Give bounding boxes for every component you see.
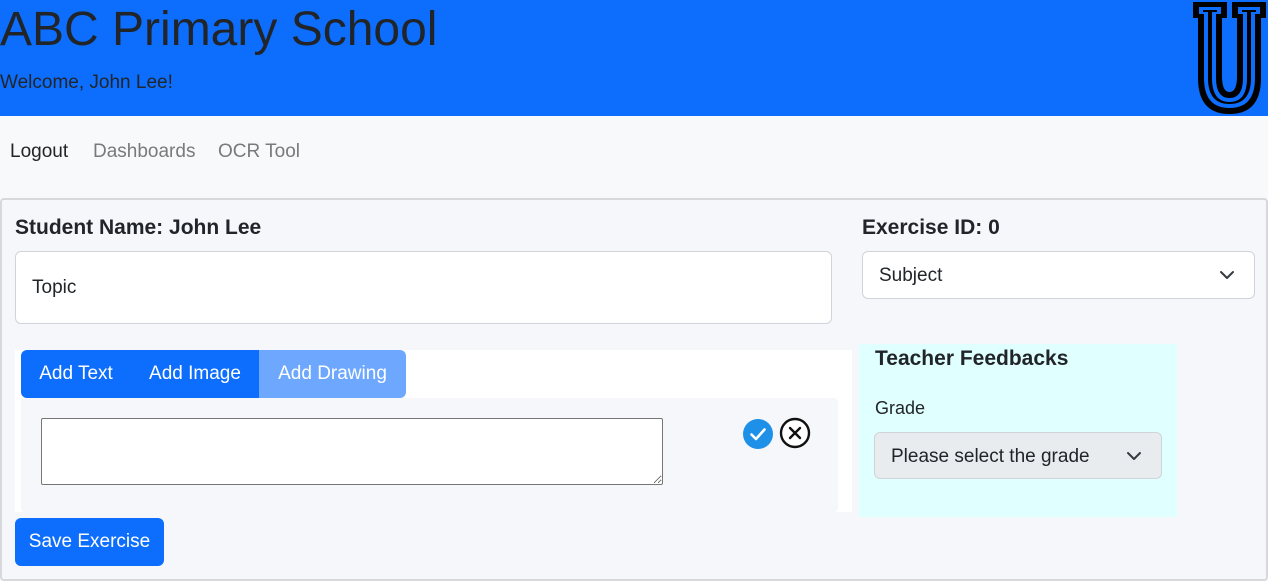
add-content-button-group: Add Text Add Image Add Drawing [21,350,406,398]
nav-dashboards-link[interactable]: Dashboards [93,140,195,164]
welcome-message: Welcome, John Lee! [0,72,173,93]
grade-select-value: Please select the grade [891,446,1090,467]
nav-logout-link[interactable]: Logout [10,140,68,164]
text-block-textarea[interactable] [41,418,663,485]
school-title: ABC Primary School [0,3,438,56]
save-exercise-button[interactable]: Save Exercise [15,518,164,566]
topic-input[interactable] [15,251,832,324]
subject-select[interactable]: Subject [862,251,1255,299]
student-name-heading: Student Name: John Lee [15,216,262,239]
grade-label: Grade [875,398,926,418]
university-u-logo-icon [1193,2,1266,114]
add-text-button[interactable]: Add Text [21,350,131,398]
main-navbar: Logout Dashboards OCR Tool [0,116,1268,186]
nav-ocr-tool-link[interactable]: OCR Tool [218,140,300,164]
subject-select-value: Subject [879,265,943,286]
add-drawing-button[interactable]: Add Drawing [259,350,406,398]
x-circle-icon[interactable] [779,417,811,449]
header-banner: ABC Primary School Welcome, John Lee! [0,0,1268,116]
check-circle-icon[interactable] [742,418,774,450]
exercise-id-heading: Exercise ID: 0 [862,216,1000,239]
grade-select[interactable]: Please select the grade [874,432,1162,479]
chevron-down-icon [1127,452,1141,460]
add-image-button[interactable]: Add Image [131,350,259,398]
teacher-feedback-title: Teacher Feedbacks [875,347,1069,370]
chevron-down-icon [1220,271,1234,279]
